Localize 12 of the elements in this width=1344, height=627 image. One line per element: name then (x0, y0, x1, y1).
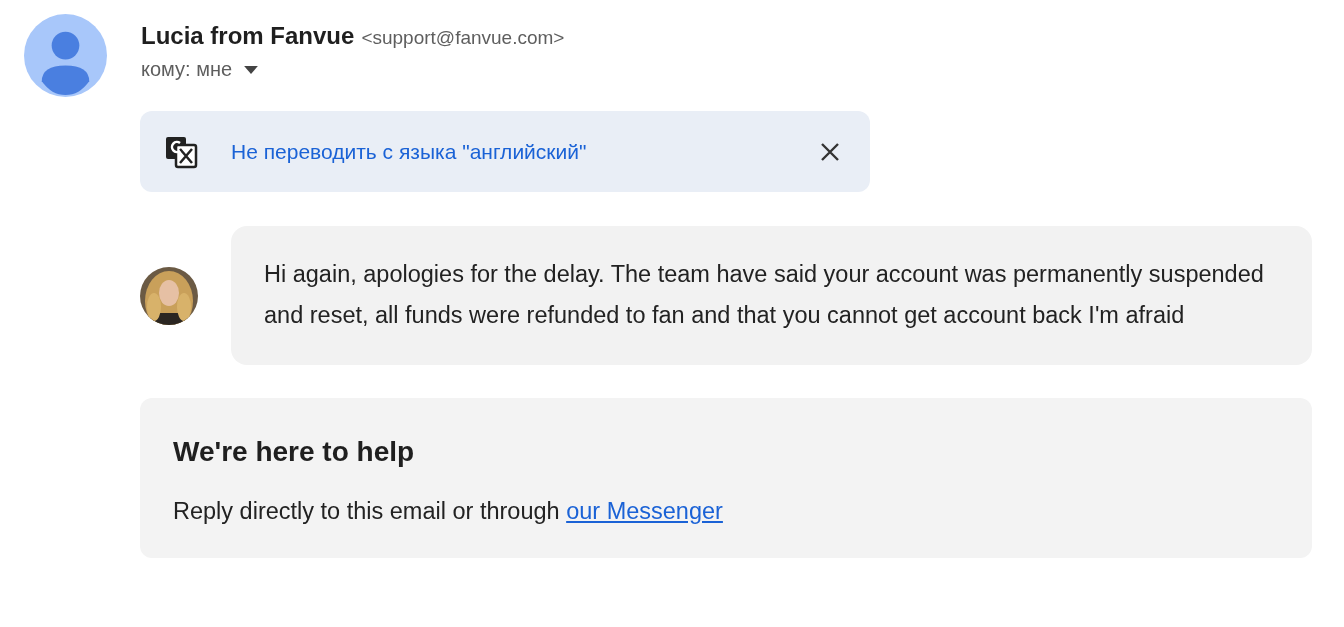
recipient-dropdown[interactable]: кому: мне (141, 58, 259, 81)
message-text: Hi again, apologies for the delay. The team have said your account was permanently suspended and reset, all funds were refunded to fan and that you cannot get account back I'm afraid (231, 226, 1312, 365)
caret-icon (244, 65, 259, 74)
messenger-link[interactable]: our Messenger (566, 498, 723, 524)
help-text: Reply directly to this email or through our Messenger (173, 498, 724, 525)
close-icon[interactable] (820, 141, 840, 162)
translate-icon (164, 134, 198, 169)
sender-address: <support@fanvue.com> (361, 27, 565, 49)
dont-translate-link[interactable]: Не переводить с языка "английский" (231, 139, 820, 164)
avatar-icon (24, 14, 107, 97)
help-title: We're here to help (173, 436, 416, 468)
sender-name: Lucia from Fanvue (141, 22, 355, 50)
